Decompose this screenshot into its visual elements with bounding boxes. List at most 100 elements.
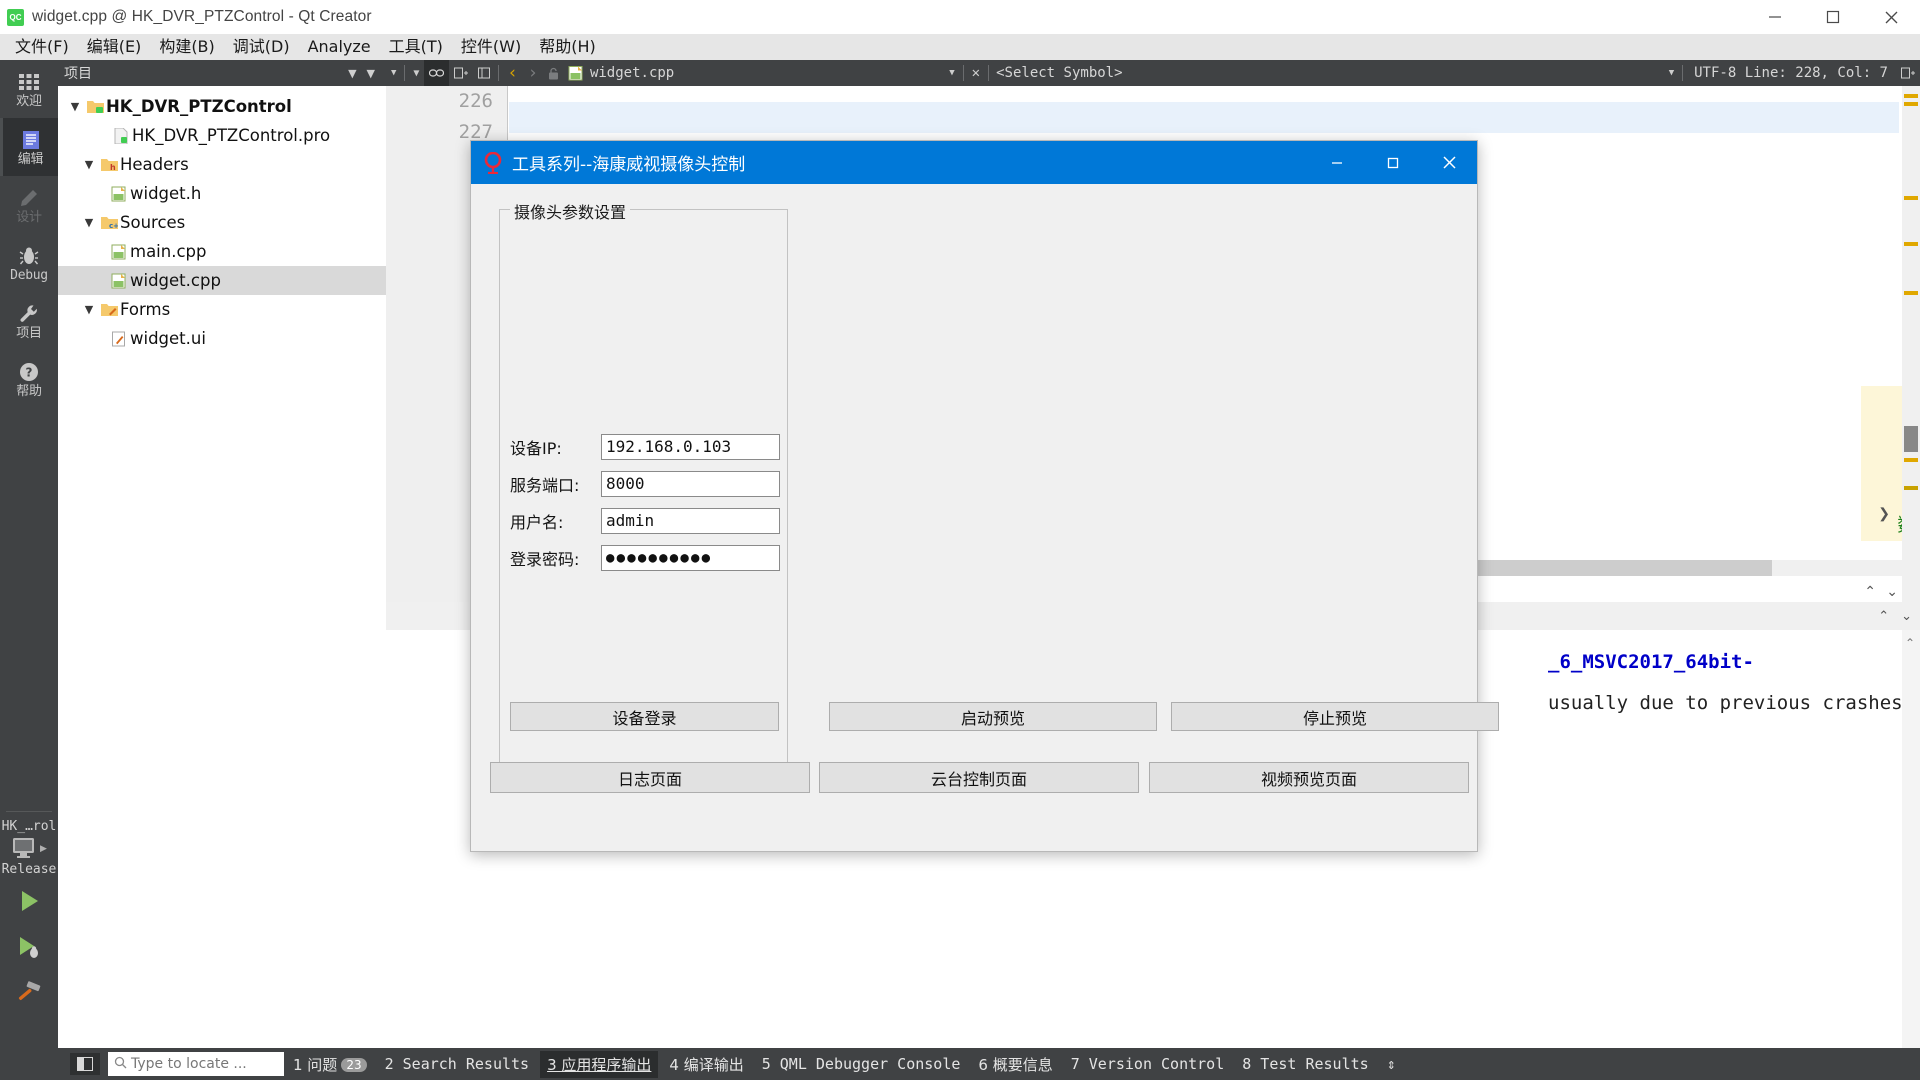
navigate-forward-button[interactable]: › — [523, 60, 543, 86]
mode-button-edit[interactable]: 编辑 — [0, 118, 58, 176]
mode-button-projects[interactable]: 项目 — [0, 292, 58, 350]
statusbar-panel-issues[interactable]: 1 问题 23 — [286, 1051, 374, 1078]
current-line-highlight — [509, 102, 1899, 133]
toggle-sidebar-button[interactable] — [70, 1053, 100, 1075]
panel-label: 1 问题 — [293, 1055, 338, 1074]
tree-item-widget-h[interactable]: widget.h — [58, 179, 386, 208]
form-row-service-port: 服务端口: 8000 — [510, 465, 780, 502]
tree-item-project[interactable]: ▼ HK_DVR_PTZControl — [58, 92, 386, 121]
mode-button-welcome[interactable]: 欢迎 — [0, 60, 58, 118]
device-ip-input[interactable]: 192.168.0.103 — [600, 433, 780, 460]
run-button[interactable] — [0, 878, 58, 924]
menu-analyze[interactable]: Analyze — [299, 35, 380, 59]
username-input[interactable]: admin — [600, 507, 780, 534]
ptz-control-page-button[interactable]: 云台控制页面 — [819, 762, 1139, 793]
chevron-down-icon[interactable]: ▼ — [66, 100, 84, 113]
chevron-down-icon[interactable]: ▼ — [80, 216, 98, 229]
chevron-down-icon[interactable]: ▼ — [386, 60, 401, 86]
password-input[interactable]: ●●●●●●●●●● — [600, 544, 780, 571]
device-login-button[interactable]: 设备登录 — [510, 702, 779, 731]
statusbar-panel-general-messages[interactable]: 6 概要信息 — [971, 1051, 1059, 1078]
dialog-title: 工具系列--海康威视摄像头控制 — [512, 155, 746, 175]
chevron-down-icon[interactable]: ⌄ — [1886, 583, 1898, 600]
chevron-right-icon[interactable]: ❯ — [1878, 505, 1890, 522]
scrollbar-thumb[interactable] — [1904, 426, 1918, 452]
filter-icon[interactable]: ▼ — [362, 67, 380, 80]
menu-file[interactable]: 文件(F) — [6, 35, 78, 59]
statusbar-panel-search-results[interactable]: 2 Search Results — [378, 1052, 537, 1076]
filter-icon[interactable]: ▼ — [408, 60, 424, 86]
statusbar-panel-compile-output[interactable]: 4 编译输出 — [662, 1051, 750, 1078]
grid-icon — [18, 70, 40, 94]
dialog-maximize-button[interactable] — [1365, 141, 1421, 184]
mode-button-design[interactable]: 设计 — [0, 176, 58, 234]
chevron-down-icon[interactable]: ▼ — [80, 158, 98, 171]
tree-item-headers[interactable]: ▼ h Headers — [58, 150, 386, 179]
tree-item-sources[interactable]: ▼ c+ Sources — [58, 208, 386, 237]
open-document-selector[interactable]: widget.cpp — [568, 65, 674, 81]
editor-overview-scrollbar[interactable] — [1902, 86, 1920, 602]
split-editor-button[interactable] — [1896, 60, 1920, 86]
menu-widgets[interactable]: 控件(W) — [452, 35, 530, 59]
start-preview-button[interactable]: 启动预览 — [829, 702, 1157, 731]
build-button[interactable] — [0, 970, 58, 1016]
kit-project-name[interactable]: HK_…rol — [0, 818, 58, 835]
camera-params-groupbox: 摄像头参数设置 设备IP: 192.168.0.103 服务端口: 8000 用… — [499, 199, 788, 770]
stop-preview-button[interactable]: 停止预览 — [1171, 702, 1499, 731]
start-debugging-button[interactable] — [0, 924, 58, 970]
line-number: 226 — [458, 90, 493, 112]
close-document-button[interactable]: ✕ — [967, 60, 985, 86]
panel-resize-handle[interactable]: ⇕ — [1380, 1052, 1403, 1076]
output-vertical-scrollbar[interactable]: ⌃ — [1902, 630, 1920, 1048]
tree-item-pro-file[interactable]: HK_DVR_PTZControl.pro — [58, 121, 386, 150]
window-maximize-button[interactable] — [1804, 0, 1862, 34]
navigate-back-button[interactable]: ‹ — [502, 60, 522, 86]
lock-icon[interactable] — [543, 60, 564, 86]
chevron-up-icon[interactable]: ⌃ — [1905, 636, 1915, 650]
mode-button-help[interactable]: ? 帮助 — [0, 350, 58, 408]
tree-item-label: main.cpp — [130, 242, 207, 261]
statusbar-panel-qml-debugger[interactable]: 5 QML Debugger Console — [755, 1052, 968, 1076]
menu-edit[interactable]: 编辑(E) — [78, 35, 151, 59]
statusbar-panel-test-results[interactable]: 8 Test Results — [1235, 1052, 1375, 1076]
statusbar-panel-version-control[interactable]: 7 Version Control — [1064, 1052, 1232, 1076]
chevron-down-icon[interactable]: ⌄ — [1901, 608, 1912, 624]
locator-input[interactable]: Type to locate ... — [108, 1052, 284, 1076]
target-selector-button[interactable]: ▶ — [0, 837, 58, 859]
menu-build[interactable]: 构建(B) — [150, 35, 223, 59]
mode-button-debug[interactable]: Debug — [0, 234, 58, 292]
wrench-icon — [18, 302, 40, 326]
chevron-up-icon[interactable]: ⌃ — [1864, 583, 1876, 600]
chevron-up-icon[interactable]: ⌃ — [1878, 608, 1889, 624]
chevron-down-icon[interactable]: ▼ — [80, 303, 98, 316]
svg-text:h: h — [110, 163, 116, 172]
window-close-button[interactable] — [1862, 0, 1920, 34]
tree-item-widget-cpp[interactable]: widget.cpp — [58, 266, 386, 295]
log-page-button[interactable]: 日志页面 — [490, 762, 810, 793]
tree-item-forms[interactable]: ▼ Forms — [58, 295, 386, 324]
kit-build-config[interactable]: Release — [0, 861, 58, 878]
form-row-username: 用户名: admin — [510, 502, 780, 539]
service-port-input[interactable]: 8000 — [600, 470, 780, 497]
tree-item-widget-ui[interactable]: widget.ui — [58, 324, 386, 353]
window-minimize-button[interactable] — [1746, 0, 1804, 34]
statusbar-panel-application-output[interactable]: 3 应用程序输出 — [540, 1050, 659, 1078]
video-preview-page-button[interactable]: 视频预览页面 — [1149, 762, 1469, 793]
menu-help[interactable]: 帮助(H) — [530, 35, 605, 59]
dialog-minimize-button[interactable] — [1309, 141, 1365, 184]
tree-item-main-cpp[interactable]: main.cpp — [58, 237, 386, 266]
symbol-selector[interactable]: <Select Symbol> — [992, 65, 1122, 81]
menubar: 文件(F) 编辑(E) 构建(B) 调试(D) Analyze 工具(T) 控件… — [0, 34, 1920, 60]
link-icon[interactable] — [424, 60, 450, 86]
dialog-close-button[interactable] — [1421, 141, 1477, 184]
encoding-line-col-status[interactable]: UTF-8 Line: 228, Col: 7 — [1686, 65, 1896, 81]
split-icon[interactable] — [449, 60, 473, 86]
chevron-down-icon[interactable]: ▼ — [944, 60, 959, 86]
mode-label-welcome: 欢迎 — [16, 93, 42, 109]
menu-debug[interactable]: 调试(D) — [224, 35, 299, 59]
close-split-icon[interactable] — [473, 60, 495, 86]
chevron-down-icon[interactable]: ▼ — [1664, 60, 1679, 86]
menu-tools[interactable]: 工具(T) — [380, 35, 452, 59]
chevron-down-icon[interactable]: ▼ — [343, 67, 361, 80]
tree-item-label: HK_DVR_PTZControl — [106, 97, 292, 116]
